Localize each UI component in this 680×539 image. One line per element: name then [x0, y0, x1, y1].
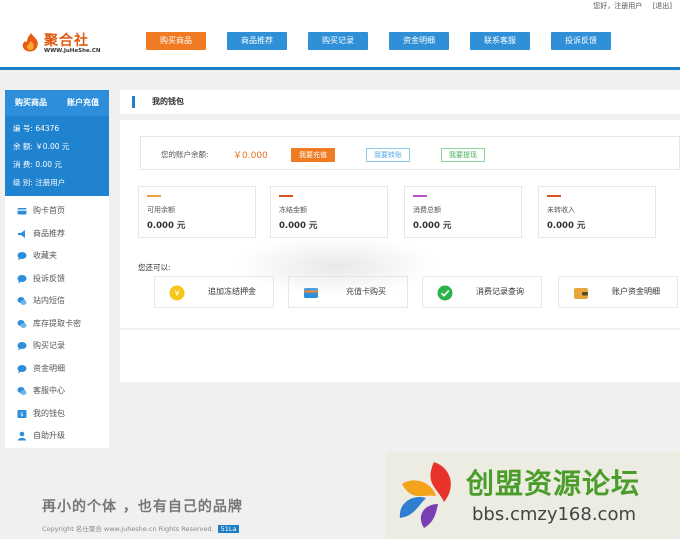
chat-bubble-icon — [17, 274, 27, 284]
recharge-button[interactable]: 我要充值 — [291, 148, 335, 162]
chat-bubble-icon — [17, 364, 27, 374]
logo-name: 聚合社 — [44, 33, 89, 49]
user-icon — [18, 431, 26, 441]
action-spending-query[interactable]: 消费记录查询 — [422, 276, 542, 308]
info-level: 级 别: 注册用户 — [13, 178, 66, 187]
sidebar-item-card-home[interactable]: 购卡首页 — [5, 200, 109, 223]
footer-slogan: 再小的个体 ，也有自己的品牌 — [42, 499, 243, 515]
logout-link[interactable]: [退出] — [653, 2, 672, 10]
nav-purchase-history[interactable]: 购买记录 — [308, 32, 368, 50]
forum-logo-icon — [399, 462, 451, 528]
message-icon — [17, 387, 27, 396]
greeting-text: 您好，注册用户 — [593, 2, 643, 10]
tab-buy-goods[interactable]: 购买商品 — [5, 90, 57, 116]
watermark-title: 创盟资源论坛 — [466, 467, 641, 500]
sidebar-item-service-center[interactable]: 客服中心 — [5, 380, 109, 403]
wallet-icon: $ — [17, 409, 27, 418]
tab-recharge[interactable]: 账户充值 — [57, 90, 109, 116]
title-accent — [132, 96, 135, 108]
svg-text:$: $ — [20, 412, 23, 418]
megaphone-icon — [18, 229, 25, 238]
nav-buy-goods[interactable]: 购买商品 — [146, 32, 206, 50]
stat-frozen: 冻结金额 0.000 元 — [270, 186, 388, 238]
page-title: 我的钱包 — [152, 97, 184, 106]
stats-badge[interactable]: 51La — [217, 525, 240, 533]
sidebar-item-my-wallet[interactable]: $ 我的钱包 — [5, 403, 109, 426]
sidebar: 购买商品 账户充值 编 号: 64376 余 额: ￥0.00 元 消 费: 0… — [5, 90, 109, 448]
watermark: 创盟资源论坛 bbs.cmzy168.com — [386, 452, 680, 539]
nav-contact-support[interactable]: 联系客服 — [470, 32, 530, 50]
account-info: 编 号: 64376 余 额: ￥0.00 元 消 费: 0.00 元 级 别:… — [5, 116, 109, 196]
stat-pending-income: 未转收入 0.000 元 — [538, 186, 656, 238]
stat-accent — [547, 195, 561, 197]
info-spent: 消 费: 0.00 元 — [13, 160, 62, 169]
message-icon — [17, 297, 27, 306]
nav-fund-details[interactable]: 资金明细 — [389, 32, 449, 50]
sidebar-item-fund-details[interactable]: 资金明细 — [5, 358, 109, 381]
site-logo[interactable]: 聚合社 WWW.JuHeShe.CN — [20, 30, 110, 58]
sidebar-item-complaint[interactable]: 投诉反馈 — [5, 268, 109, 291]
wallet-panel: 您的账户余额: ￥0.000 我要充值 我要转账 我要提现 可用余额 0.000… — [120, 120, 680, 328]
user-links: 您好，注册用户 [退出] — [585, 1, 672, 11]
main-content: 我的钱包 您的账户余额: ￥0.000 我要充值 我要转账 我要提现 可用余额 … — [120, 90, 680, 382]
header: 聚合社 WWW.JuHeShe.CN 购买商品 商品推荐 购买记录 资金明细 联… — [0, 12, 680, 70]
sidebar-item-upgrade[interactable]: 自助升级 — [5, 425, 109, 448]
stat-accent — [413, 195, 427, 197]
transfer-button[interactable]: 我要转账 — [366, 148, 410, 162]
stat-total-spent: 消费总额 0.000 元 — [404, 186, 522, 238]
nav-feedback[interactable]: 投诉反馈 — [551, 32, 611, 50]
nav-recommend[interactable]: 商品推荐 — [227, 32, 287, 50]
balance-label: 您的账户余额: — [161, 150, 209, 159]
also-can-label: 您还可以: — [138, 263, 171, 272]
sidebar-item-extract-cards[interactable]: 库存提取卡密 — [5, 313, 109, 336]
action-fund-details[interactable]: 账户资金明细 — [558, 276, 678, 308]
logo-url: WWW.JuHeShe.CN — [44, 48, 101, 54]
sidebar-item-favorites[interactable]: 收藏夹 — [5, 245, 109, 268]
sidebar-menu: 购卡首页 商品推荐 收藏夹 投诉反馈 站内短信 库存提取卡密 购买记录 资金明细… — [5, 196, 109, 448]
chat-bubble-icon — [17, 252, 27, 261]
info-id: 编 号: 64376 — [13, 124, 60, 133]
sidebar-item-messages[interactable]: 站内短信 — [5, 290, 109, 313]
sidebar-item-purchase-history[interactable]: 购买记录 — [5, 335, 109, 358]
balance-box: 您的账户余额: ￥0.000 我要充值 我要转账 我要提现 — [140, 136, 680, 170]
top-bar: 您好，注册用户 [退出] — [0, 0, 680, 12]
chat-bubble-icon — [17, 342, 27, 351]
empty-panel — [120, 330, 680, 382]
footer-copyright: Copyright 名仕聚合 www.juheshe.cn Rights Res… — [42, 523, 240, 533]
card-icon — [17, 208, 27, 215]
stat-accent — [147, 195, 161, 197]
withdraw-button[interactable]: 我要提现 — [441, 148, 485, 162]
page-title-bar: 我的钱包 — [120, 90, 680, 114]
message-icon — [17, 319, 27, 328]
stat-accent — [279, 195, 293, 197]
blurred-region — [236, 236, 436, 296]
sidebar-item-recommend[interactable]: 商品推荐 — [5, 223, 109, 246]
stat-available: 可用余额 0.000 元 — [138, 186, 256, 238]
info-balance: 余 额: ￥0.00 元 — [13, 142, 70, 151]
balance-value: ￥0.000 — [233, 151, 268, 161]
flame-logo-icon — [22, 33, 38, 52]
watermark-url: bbs.cmzy168.com — [472, 504, 637, 525]
sidebar-tabs: 购买商品 账户充值 — [5, 90, 109, 116]
